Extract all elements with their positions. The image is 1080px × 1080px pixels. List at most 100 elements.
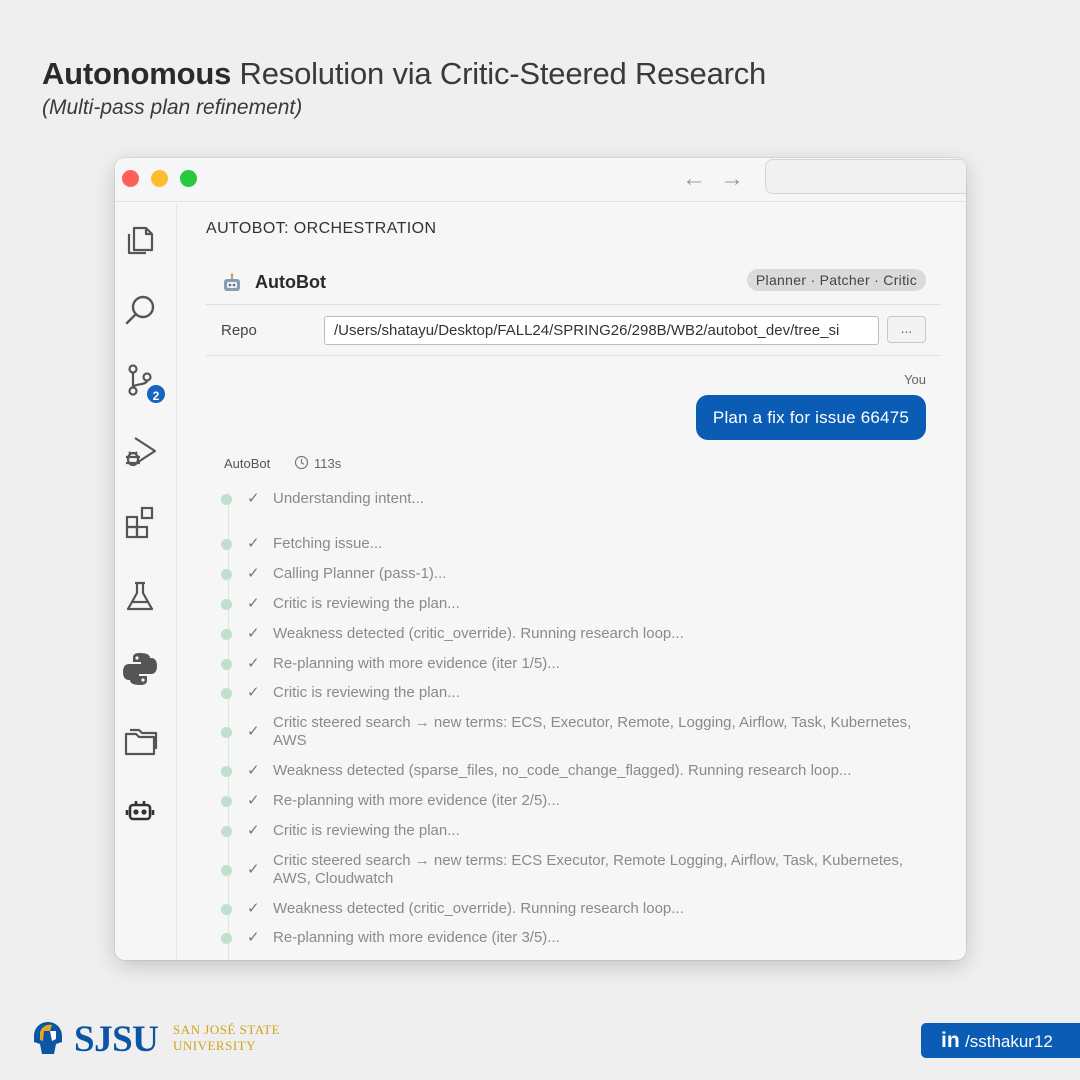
checkmark-icon: ✓ [247,490,260,507]
step-dot [221,933,232,944]
divider [206,304,941,305]
app-name: AutoBot [221,272,326,293]
checkmark-icon: ✓ [247,625,260,642]
search-icon[interactable] [120,290,160,330]
source-control-badge: 2 [145,383,167,405]
step-dot [221,659,232,670]
search-bar[interactable] [765,159,966,194]
sjsu-wordmark: SJSU [74,1019,159,1060]
step-dot [221,865,232,876]
step-text: Critic steered search → new terms: ECS E… [273,852,904,887]
step-dot [221,494,232,505]
step-dot [221,629,232,640]
step-text: Critic steered search → new terms: ECS, … [273,714,912,749]
step-text: Calling Planner (pass-1)... [273,565,447,582]
checkmark-icon: ✓ [247,684,260,701]
checkmark-icon: ✓ [247,900,260,917]
app-name-label: AutoBot [255,272,326,292]
divider [206,355,941,356]
checkmark-icon: ✓ [247,565,260,582]
step-text: Critic is reviewing the plan... [273,595,460,612]
forward-arrow-icon[interactable]: → [720,164,744,194]
step-text: Re-planning with more evidence (iter 2/5… [273,792,560,809]
step-text: Weakness detected (critic_override). Run… [273,900,684,917]
progress-step: ✓ Weakness detected (critic_override). Ru… [221,625,921,643]
step-dot [221,599,232,610]
minimize-window-button[interactable] [151,170,168,187]
checkmark-icon: ✓ [247,535,260,552]
step-text: Critic is reviewing the plan... [273,822,460,839]
autobot-icon[interactable] [120,792,160,832]
bot-label: AutoBot [224,456,271,471]
extensions-icon[interactable] [120,503,160,543]
university-line-2: UNIVERSITY [173,1038,256,1053]
step-text: Weakness detected (sparse_files, no_code… [273,762,852,779]
linkedin-icon: in [941,1029,960,1052]
headline-rest: Resolution via Critic-Steered Research [231,56,767,91]
checkmark-icon: ✓ [247,861,260,878]
page-subtitle: (Multi-pass plan refinement) [42,96,303,119]
user-message-bubble: Plan a fix for issue 66475 [695,395,926,440]
progress-step: ✓ Critic steered search → new terms: ECS,… [221,714,921,750]
source-control-icon[interactable]: 2 [120,360,167,405]
page-headline: Autonomous Resolution via Critic-Steered… [42,56,766,92]
progress-step: ✓ Critic is reviewing the plan... [221,684,921,702]
step-text: Critic is reviewing the plan... [273,684,460,701]
step-text: Re-planning with more evidence (iter 3/5… [273,929,560,946]
run-debug-icon[interactable] [120,431,160,471]
progress-step: ✓ Critic steered search → new terms: ECS … [221,852,921,888]
browse-repo-button[interactable]: ... [887,316,926,343]
app-window: ← → 2 AUTOBOT: ORCHESTRATION AutoBot Pla… [115,158,966,960]
checkmark-icon: ✓ [247,822,260,839]
user-label: You [904,372,926,387]
progress-step: ✓ Critic is reviewing the plan... [221,822,921,840]
checkmark-icon: ✓ [247,655,260,672]
step-dot [221,904,232,915]
spartan-mascot-icon [34,1022,62,1054]
checkmark-icon: ✓ [247,929,260,946]
university-name: SAN JOSÉ STATE UNIVERSITY [173,1022,280,1054]
step-dot [221,826,232,837]
back-arrow-icon[interactable]: ← [682,164,706,194]
panel-title: AUTOBOT: ORCHESTRATION [206,220,437,237]
step-text: Weakness detected (critic_override). Run… [273,625,684,642]
folders-icon[interactable] [120,720,160,760]
checkmark-icon: ✓ [247,595,260,612]
university-line-1: SAN JOSÉ STATE [173,1022,281,1037]
explorer-icon[interactable] [120,220,160,260]
step-dot [221,539,232,550]
orchestration-panel: AUTOBOT: ORCHESTRATION AutoBot Planner ·… [206,202,941,960]
progress-step: ✓ Re-planning with more evidence (iter 1/… [221,655,921,673]
progress-step: ✓ Calling Planner (pass-1)... [221,565,921,583]
progress-step: ✓ Re-planning with more evidence (iter 2/… [221,792,921,810]
progress-step: ✓ Weakness detected (critic_override). Ru… [221,900,921,918]
step-dot [221,569,232,580]
roles-badge: Planner · Patcher · Critic [746,269,926,291]
clock-icon [294,455,309,470]
elapsed-time: 113s [314,456,342,471]
checkmark-icon: ✓ [247,792,260,809]
linkedin-handle-badge[interactable]: in /ssthakur12 [921,1023,1080,1058]
progress-step: ✓ Fetching issue... [221,535,921,553]
testing-flask-icon[interactable] [120,576,160,616]
checkmark-icon: ✓ [247,723,260,740]
repo-path-input[interactable]: /Users/shatayu/Desktop/FALL24/SPRING26/2… [324,316,879,345]
progress-step: ✓ Re-planning with more evidence (iter 3/… [221,929,921,947]
step-text: Understanding intent... [273,490,424,507]
repo-label: Repo [221,322,257,339]
progress-step: ✓ Weakness detected (sparse_files, no_cod… [221,762,921,780]
close-window-button[interactable] [122,170,139,187]
progress-step: ✓ Critic is reviewing the plan... [221,595,921,613]
step-dot [221,796,232,807]
activity-bar: 2 [115,203,177,960]
zoom-window-button[interactable] [180,170,197,187]
step-text: Fetching issue... [273,535,383,552]
step-dot [221,727,232,738]
linkedin-handle: /ssthakur12 [965,1032,1053,1051]
step-text: Re-planning with more evidence (iter 1/5… [273,655,560,672]
checkmark-icon: ✓ [247,762,260,779]
progress-step: ✓ Understanding intent... [221,490,921,508]
headline-bold: Autonomous [42,56,232,91]
python-icon[interactable] [120,649,160,689]
title-bar: ← → [115,158,966,202]
